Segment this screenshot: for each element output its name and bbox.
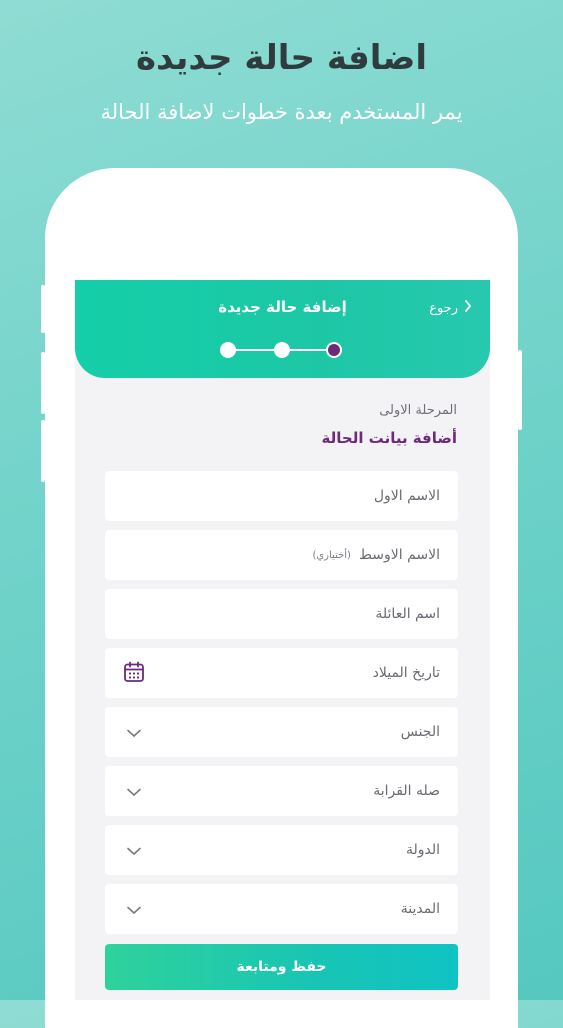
step-dot-current xyxy=(326,342,342,358)
gender-select[interactable]: الجنس xyxy=(105,707,458,757)
first-name-placeholder: الاسم الاول xyxy=(373,488,440,504)
chevron-down-icon xyxy=(127,723,141,742)
phone-side-button xyxy=(41,352,45,414)
family-name-field[interactable]: اسم العائلة xyxy=(105,589,458,639)
relationship-select[interactable]: صله القرابة xyxy=(105,766,458,816)
stage-label: المرحلة الاولى xyxy=(379,403,457,418)
city-select[interactable]: المدينة xyxy=(105,884,458,934)
step-indicator xyxy=(220,340,345,360)
gender-placeholder: الجنس xyxy=(400,724,440,740)
city-placeholder: المدينة xyxy=(400,901,440,917)
birth-date-field[interactable]: تاريخ الميلاد xyxy=(105,648,458,698)
chevron-down-icon xyxy=(127,782,141,801)
family-name-placeholder: اسم العائلة xyxy=(375,606,440,622)
country-select[interactable]: الدولة xyxy=(105,825,458,875)
first-name-field[interactable]: الاسم الاول xyxy=(105,471,458,521)
phone-power-button xyxy=(518,350,522,430)
relationship-placeholder: صله القرابة xyxy=(373,783,440,799)
middle-name-placeholder: الاسم الاوسط xyxy=(358,547,440,563)
middle-name-field[interactable]: الاسم الاوسط (أختياري) xyxy=(105,530,458,580)
stage-title: أضافة بيانت الحالة xyxy=(321,429,457,447)
promo-title: اضافة حالة جديدة xyxy=(135,38,428,78)
chevron-down-icon xyxy=(127,900,141,919)
step-dot xyxy=(220,342,236,358)
phone-side-button xyxy=(41,420,45,482)
chevron-down-icon xyxy=(127,841,141,860)
step-dot xyxy=(274,342,290,358)
save-continue-button[interactable]: حفظ ومتابعة xyxy=(105,944,458,990)
birth-date-placeholder: تاريخ الميلاد xyxy=(372,665,440,681)
phone-side-button xyxy=(41,285,45,333)
country-placeholder: الدولة xyxy=(405,842,440,858)
promo-subtitle: يمر المستخدم بعدة خطوات لاضافة الحالة xyxy=(100,100,463,124)
calendar-icon[interactable] xyxy=(123,661,145,687)
app-screen: رجوع إضافة حالة جديدة المرحلة الاولى أضا… xyxy=(75,280,490,1000)
header-title: إضافة حالة جديدة xyxy=(218,298,347,316)
app-header: رجوع إضافة حالة جديدة xyxy=(75,280,490,378)
optional-hint: (أختياري) xyxy=(312,549,351,561)
